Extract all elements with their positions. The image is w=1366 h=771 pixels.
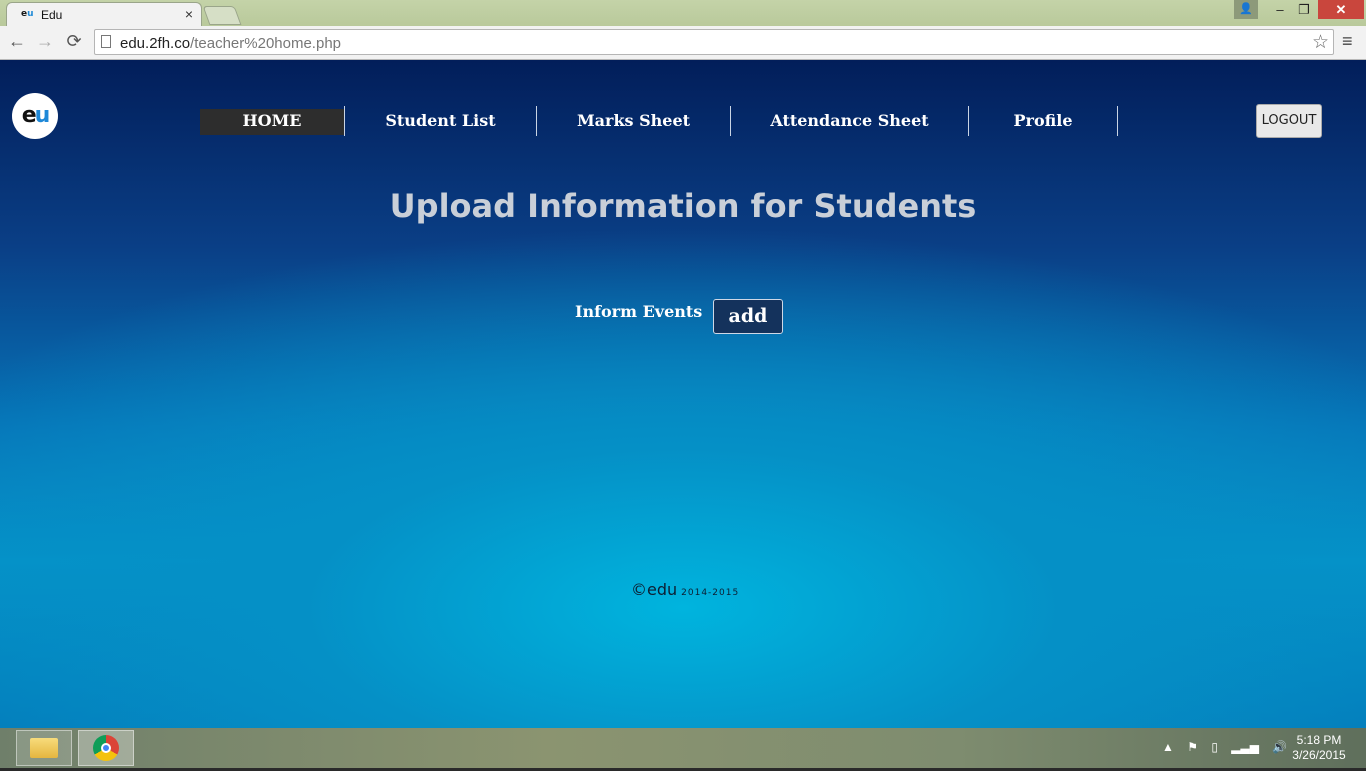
url-text[interactable]: edu.2fh.co/teacher%20home.php: [120, 35, 341, 52]
minimize-button[interactable]: –: [1268, 0, 1292, 19]
user-profile-icon[interactable]: 👤: [1234, 0, 1258, 19]
nav-item-profile[interactable]: Profile: [969, 106, 1117, 138]
edu-favicon-icon: eu: [21, 9, 34, 19]
close-window-button[interactable]: ✕: [1318, 0, 1364, 19]
battery-icon[interactable]: ▯: [1211, 740, 1218, 754]
chrome-taskbar-button[interactable]: [78, 730, 134, 766]
browser-toolbar: ← → ⟳ edu.2fh.co/teacher%20home.php ☆ ≡: [0, 26, 1366, 60]
network-signal-icon[interactable]: ▂▃▅: [1231, 740, 1259, 754]
new-tab-button[interactable]: [202, 6, 242, 25]
nav-item-marks-sheet[interactable]: Marks Sheet: [537, 106, 730, 138]
file-explorer-taskbar-button[interactable]: [16, 730, 72, 766]
tab-close-icon[interactable]: ×: [185, 6, 193, 22]
chrome-icon: [93, 735, 119, 761]
taskbar-clock[interactable]: 5:18 PM 3/26/2015: [1284, 733, 1354, 763]
clock-date: 3/26/2015: [1292, 748, 1346, 762]
reload-icon[interactable]: ⟳: [63, 31, 85, 52]
clock-time: 5:18 PM: [1296, 733, 1342, 747]
tab-title: Edu: [41, 8, 63, 22]
add-event-button[interactable]: add: [713, 299, 783, 334]
forward-arrow-icon[interactable]: →: [34, 31, 56, 52]
inform-events-label: Inform Events: [575, 302, 703, 321]
nav-item-attendance-sheet[interactable]: Attendance Sheet: [731, 106, 968, 138]
nav-divider: [1117, 106, 1118, 136]
nav-item-home[interactable]: HOME: [200, 109, 344, 135]
footer-years: 2014-2015: [681, 588, 740, 598]
windows-taskbar: ▲ ⚑ ▯ ▂▃▅ 🔊 5:18 PM 3/26/2015: [0, 728, 1366, 768]
maximize-button[interactable]: ❐: [1292, 0, 1316, 19]
footer-copyright: ©edu 2014-2015: [631, 580, 739, 599]
logout-button[interactable]: LOGOUT: [1256, 104, 1322, 138]
back-arrow-icon[interactable]: ←: [6, 31, 28, 52]
browser-tab[interactable]: eu Edu ×: [6, 2, 202, 26]
page-title: Upload Information for Students: [389, 187, 977, 225]
page-icon: [101, 35, 111, 48]
action-center-flag-icon[interactable]: ⚑: [1187, 740, 1198, 754]
folder-icon: [30, 738, 58, 758]
page-viewport: eu HOME Student List Marks Sheet Attenda…: [0, 60, 1366, 728]
address-bar[interactable]: edu.2fh.co/teacher%20home.php ☆: [94, 29, 1334, 55]
footer-brand: ©edu: [631, 580, 678, 599]
browser-tab-strip: eu Edu × 👤 – ❐ ✕: [0, 0, 1366, 26]
system-tray: ▲ ⚑ ▯ ▂▃▅ 🔊: [1162, 740, 1297, 754]
browser-menu-icon[interactable]: ≡: [1342, 31, 1353, 52]
bookmark-star-icon[interactable]: ☆: [1312, 31, 1329, 54]
edu-logo[interactable]: eu: [12, 93, 58, 139]
nav-item-student-list[interactable]: Student List: [345, 106, 536, 138]
show-hidden-icons-icon[interactable]: ▲: [1162, 740, 1174, 754]
